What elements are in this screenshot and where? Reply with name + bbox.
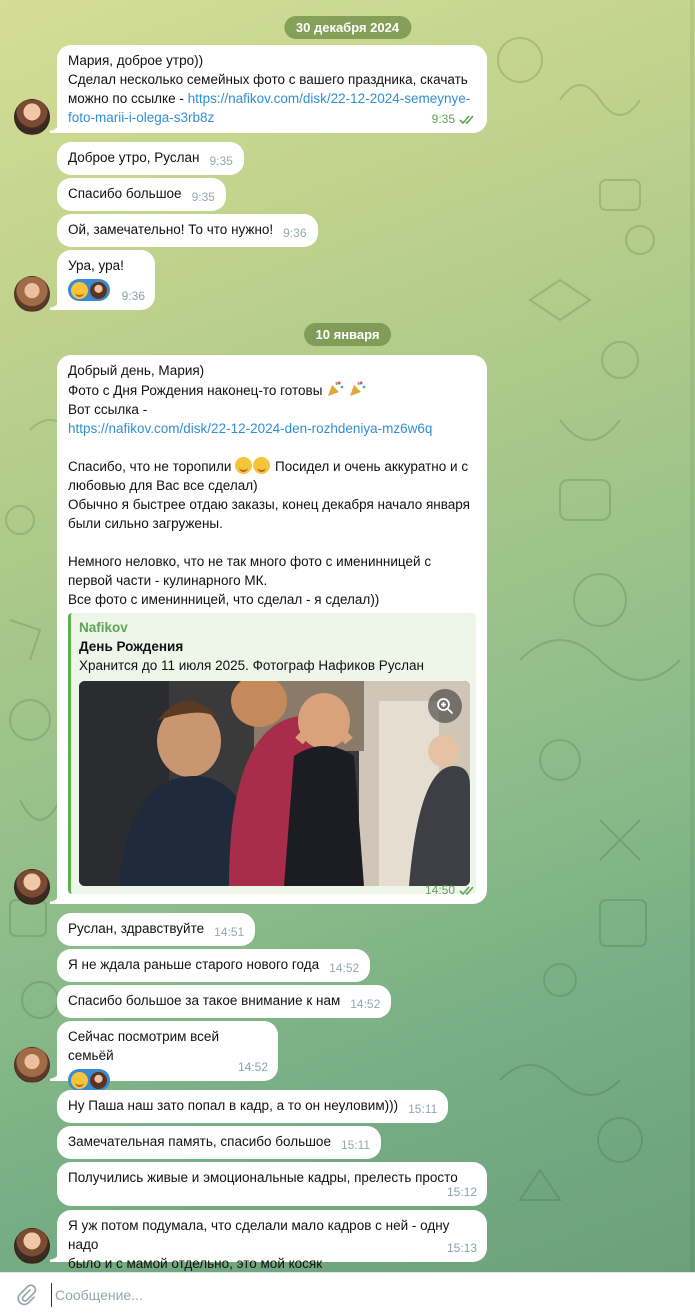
message-time: 14:52	[237, 1060, 268, 1074]
reaction-chip[interactable]	[68, 1069, 110, 1091]
message-text: Замечательная память, спасибо большое	[68, 1134, 331, 1149]
message-meta: 15:13	[447, 1239, 477, 1258]
message-bubble[interactable]: Я не ждала раньше старого нового года 14:…	[57, 949, 371, 982]
message-time: 14:52	[329, 961, 360, 975]
message-text: Я уж потом подумала, что сделали мало ка…	[68, 1218, 450, 1252]
paperclip-icon[interactable]	[15, 1284, 37, 1306]
message-text: были сильно загружены.	[68, 516, 223, 531]
message-bubble[interactable]: Сейчас посмотрим всей семьёй 14:52	[50, 1021, 278, 1091]
party-popper-icon	[328, 381, 344, 396]
message-text: Фото с Дня Рождения наконец-то готовы	[68, 383, 323, 398]
message-time: 14:50	[424, 883, 455, 897]
message-text: Посидел и очень аккуратно и с	[271, 459, 469, 474]
message-text: Доброе утро, Руслан	[68, 150, 200, 165]
message-text: Немного неловко, что не так много фото с…	[68, 554, 432, 569]
message-link[interactable]: https://nafikov.com/disk/22-12-2024-den-…	[68, 421, 432, 436]
message-bubble[interactable]: Спасибо большое за такое внимание к нам 1…	[57, 985, 392, 1018]
message-text: Спасибо, что не торопили	[68, 459, 232, 474]
message-bubble[interactable]: Мария, доброе утро)) Сделал несколько се…	[50, 45, 487, 133]
message-text: любовью для Вас все сделал)	[68, 478, 258, 493]
message-text: было и с мамой отдельно, это мой косяк	[68, 1256, 323, 1271]
reactor-avatar	[90, 1071, 107, 1089]
message-text: Ура, ура!	[68, 258, 124, 273]
message-time: 9:36	[121, 289, 145, 303]
avatar[interactable]	[14, 1228, 50, 1264]
preview-site-name: Nafikov	[79, 620, 128, 635]
party-popper-icon	[349, 381, 366, 396]
message-composer	[0, 1272, 695, 1315]
message-time: 14:51	[214, 925, 245, 939]
smiling-face-icon	[71, 281, 88, 299]
avatar[interactable]	[14, 99, 50, 135]
date-separator: 10 января	[303, 323, 392, 346]
message-bubble[interactable]: Руслан, здравствуйте 14:51	[57, 913, 256, 946]
message-text: Добрый день, Мария)	[68, 363, 205, 378]
message-time: 9:35	[191, 190, 215, 204]
double-check-icon	[459, 885, 474, 895]
message-time: 15:12	[446, 1185, 477, 1199]
preview-photo[interactable]	[79, 681, 470, 886]
message-text: Сделал несколько семейных фото с вашего …	[68, 72, 468, 87]
message-text: Я не ждала раньше старого нового года	[68, 957, 320, 972]
double-check-icon	[459, 114, 474, 124]
message-text: Спасибо большое за такое внимание к нам	[68, 993, 341, 1008]
message-meta: 14:50	[425, 881, 477, 900]
message-time: 15:13	[446, 1241, 477, 1255]
message-text: первой части - кулинарного МК.	[68, 573, 268, 588]
message-time: 14:52	[350, 997, 381, 1011]
message-meta: 9:36	[122, 287, 145, 306]
message-meta: 9:35	[432, 110, 477, 129]
message-text: Мария, доброе утро))	[68, 53, 204, 68]
message-bubble[interactable]: Получились живые и эмоциональные кадры, …	[57, 1162, 487, 1206]
photo-image	[79, 681, 470, 886]
message-text: Получились живые и эмоциональные кадры, …	[68, 1170, 458, 1185]
message-bubble[interactable]: Ну Паша наш зато попал в кадр, а то он н…	[57, 1090, 449, 1123]
avatar[interactable]	[14, 276, 50, 312]
message-bubble[interactable]: Добрый день, Мария) Фото с Дня Рождения …	[50, 355, 487, 904]
message-bubble[interactable]: Замечательная память, спасибо большое 15:…	[57, 1126, 382, 1159]
message-meta: 14:52	[238, 1058, 268, 1077]
message-text: Вот ссылка -	[68, 402, 148, 417]
message-text: Спасибо большое	[68, 186, 182, 201]
scrollbar[interactable]	[690, 0, 694, 1272]
reactor-avatar	[90, 281, 107, 299]
message-text: Все фото с именинницей, что сделал - я с…	[68, 592, 380, 607]
message-bubble[interactable]: Спасибо большое 9:35	[57, 178, 226, 211]
preview-description: Хранится до 11 июля 2025. Фотограф Нафик…	[79, 658, 425, 673]
message-text: можно по ссылке -	[68, 91, 188, 106]
message-link[interactable]: https://nafikov.com/disk/22-12-2024-seme…	[188, 91, 471, 106]
message-link[interactable]: foto-marii-i-olega-s3rb8z	[68, 110, 214, 125]
smiling-face-icon	[253, 457, 271, 474]
message-text: Ой, замечательно! То что нужно!	[68, 222, 274, 237]
zoom-button[interactable]	[428, 689, 462, 723]
reaction-chip[interactable]	[68, 279, 110, 301]
message-text: Ну Паша наш зато попал в кадр, а то он н…	[68, 1098, 399, 1113]
preview-title: День Рождения	[79, 639, 184, 654]
message-time: 9:35	[431, 112, 455, 126]
message-time: 15:11	[340, 1138, 371, 1152]
message-time: 15:11	[408, 1102, 438, 1116]
date-separator: 30 декабря 2024	[283, 16, 412, 39]
message-text: Обычно я быстрее отдаю заказы, конец дек…	[68, 497, 470, 512]
avatar[interactable]	[14, 869, 50, 905]
message-bubble[interactable]: Доброе утро, Руслан 9:35	[57, 142, 244, 175]
message-text: Руслан, здравствуйте	[68, 921, 205, 936]
avatar[interactable]	[14, 1047, 50, 1083]
message-time: 9:36	[283, 226, 307, 240]
smiling-face-icon	[71, 1071, 88, 1089]
message-bubble[interactable]: Ура, ура! 9:36	[50, 250, 155, 310]
smiling-face-icon	[235, 457, 253, 474]
message-meta: 15:12	[447, 1183, 477, 1202]
link-preview[interactable]: Nafikov День Рождения Хранится до 11 июл…	[68, 613, 476, 894]
message-time: 9:35	[209, 154, 233, 168]
zoom-in-icon	[437, 698, 454, 715]
message-bubble[interactable]: Ой, замечательно! То что нужно! 9:36	[57, 214, 318, 247]
message-input[interactable]	[51, 1283, 657, 1307]
message-bubble[interactable]: Я уж потом подумала, что сделали мало ка…	[50, 1210, 487, 1271]
